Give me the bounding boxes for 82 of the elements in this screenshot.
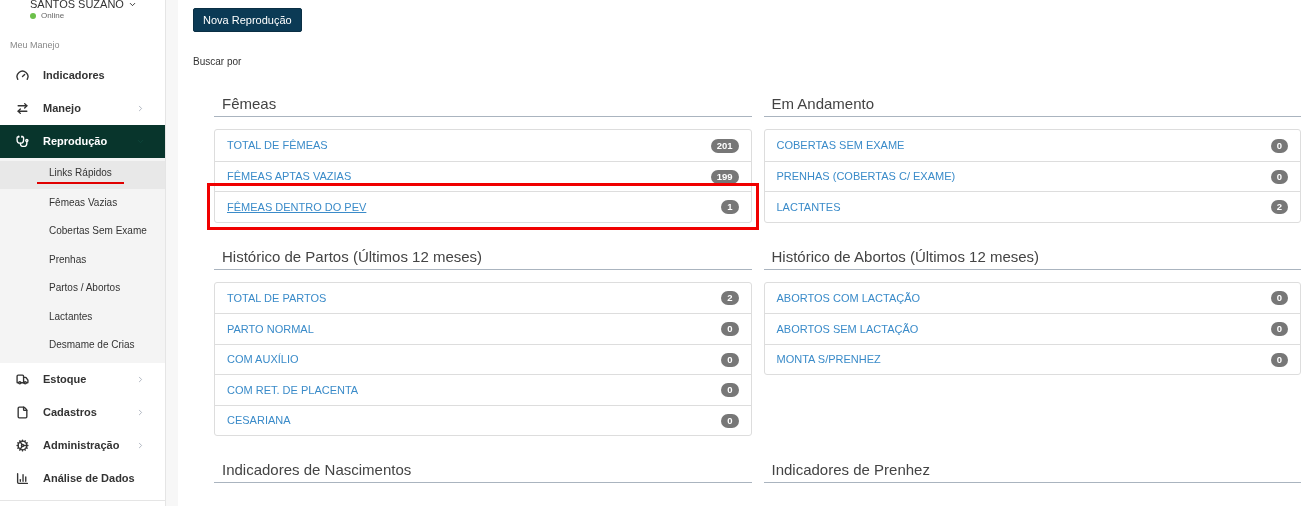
list-link[interactable]: ABORTOS SEM LACTAÇÃO: [776, 320, 919, 338]
list-link[interactable]: TOTAL DE FÊMEAS: [227, 137, 328, 154]
sidebar-section-label: Meu Manejo: [9, 39, 61, 52]
count-badge: 0: [721, 383, 739, 397]
arrows-icon: [16, 101, 29, 115]
count-badge: 0: [1270, 291, 1288, 305]
count-badge: 2: [721, 291, 739, 305]
count-badge: 0: [1270, 322, 1288, 336]
list-link[interactable]: ABORTOS COM LACTAÇÃO: [776, 289, 921, 307]
sidebar-item[interactable]: Administração: [0, 429, 165, 462]
stethoscope-icon: [16, 134, 29, 148]
submenu-item[interactable]: Links Rápidos: [0, 160, 165, 189]
bar-chart-icon: [16, 472, 29, 485]
submenu-item[interactable]: Prenhas: [0, 246, 165, 275]
list-link[interactable]: COBERTAS SEM EXAME: [776, 137, 905, 154]
sidebar-item[interactable]: Manejo: [0, 91, 165, 125]
count-badge: 199: [710, 169, 739, 184]
count-badge: 201: [710, 138, 739, 153]
list-link[interactable]: PRENHAS (COBERTAS C/ EXAME): [776, 168, 956, 185]
list-link[interactable]: CESARIANA: [227, 412, 291, 429]
list-row[interactable]: COBERTAS SEM EXAME 0: [764, 130, 1300, 161]
truck-icon: [16, 373, 29, 386]
submenu-item[interactable]: Cobertas Sem Exame: [0, 217, 165, 246]
list-link[interactable]: MONTA S/PRENHEZ: [776, 351, 881, 368]
sidebar-item[interactable]: Análise de Dados: [0, 462, 165, 495]
gauge-icon: [16, 68, 29, 82]
section-title: Fêmeas: [214, 93, 752, 118]
submenu-label: Fêmeas Vazias: [48, 195, 119, 210]
list-row[interactable]: COM AUXÍLIO 0: [215, 343, 751, 375]
count-badge: 0: [721, 322, 739, 336]
gear-icon: [16, 439, 29, 452]
new-reproduction-button[interactable]: Nova Reprodução: [193, 8, 302, 33]
list-link[interactable]: PARTO NORMAL: [227, 320, 314, 338]
count-badge: 0: [721, 352, 739, 367]
sidebar-item[interactable]: Reprodução: [0, 124, 165, 158]
list-row[interactable]: PARTO NORMAL 0: [215, 313, 751, 344]
submenu-item[interactable]: Partos / Abortos: [0, 274, 165, 303]
status-label: Online: [41, 10, 65, 22]
submenu-label: Lactantes: [48, 309, 94, 324]
submenu-label: Partos / Abortos: [48, 281, 122, 296]
section-title: Indicadores de Prenhez: [763, 459, 1301, 484]
list-link[interactable]: FÊMEAS DENTRO DO PEV: [227, 198, 367, 216]
submenu-label: Links Rápidos: [37, 165, 124, 185]
list-link[interactable]: COM AUXÍLIO: [227, 351, 299, 368]
list-row[interactable]: TOTAL DE FÊMEAS 201: [215, 130, 751, 161]
section-title: Em Andamento: [763, 93, 1301, 118]
list-row[interactable]: TOTAL DE PARTOS 2: [215, 282, 751, 314]
count-badge: 1: [721, 200, 739, 214]
count-badge: 0: [1270, 138, 1288, 153]
list-row[interactable]: FÊMEAS APTAS VAZIAS 199: [215, 160, 751, 192]
section-title: Histórico de Abortos (Últimos 12 meses): [763, 245, 1301, 270]
submenu-item[interactable]: Lactantes: [0, 303, 165, 332]
list-row[interactable]: LACTANTES 2: [764, 191, 1300, 222]
list-link[interactable]: FÊMEAS APTAS VAZIAS: [227, 168, 352, 185]
count-badge: 0: [1270, 352, 1288, 367]
submenu-item[interactable]: Fêmeas Vazias: [0, 189, 165, 218]
sidebar-item[interactable]: Indicadores: [0, 58, 165, 92]
list-row[interactable]: CESARIANA 0: [215, 404, 751, 436]
list-row[interactable]: MONTA S/PRENHEZ 0: [764, 343, 1300, 375]
section-title: Indicadores de Nascimentos: [214, 459, 752, 484]
chevron-icon: [127, 0, 137, 9]
submenu-label: Prenhas: [48, 252, 88, 267]
list-row[interactable]: PRENHAS (COBERTAS C/ EXAME) 0: [764, 160, 1300, 192]
list-row[interactable]: ABORTOS SEM LACTAÇÃO 0: [764, 313, 1300, 344]
count-badge: 0: [721, 413, 739, 428]
list-row[interactable]: FÊMEAS DENTRO DO PEV 1: [215, 191, 751, 222]
document-icon: [16, 406, 29, 419]
count-badge: 0: [1270, 169, 1288, 184]
submenu-item[interactable]: Desmame de Crias: [0, 331, 165, 360]
count-badge: 2: [1270, 200, 1288, 214]
submenu-label: Cobertas Sem Exame: [48, 224, 148, 239]
list-link[interactable]: COM RET. DE PLACENTA: [227, 381, 359, 399]
sidebar-item[interactable]: Cadastros: [0, 396, 165, 429]
list-link[interactable]: LACTANTES: [776, 198, 841, 216]
sidebar-item[interactable]: Estoque: [0, 363, 165, 396]
list-row[interactable]: COM RET. DE PLACENTA 0: [215, 374, 751, 405]
section-title: Histórico de Partos (Últimos 12 meses): [214, 245, 752, 270]
farm-name: SANTOS SUZANO: [30, 0, 124, 10]
list-link[interactable]: TOTAL DE PARTOS: [227, 289, 327, 307]
search-label: Buscar por: [193, 55, 243, 70]
list-row[interactable]: ABORTOS COM LACTAÇÃO 0: [764, 282, 1300, 314]
submenu-label: Desmame de Crias: [48, 338, 136, 353]
